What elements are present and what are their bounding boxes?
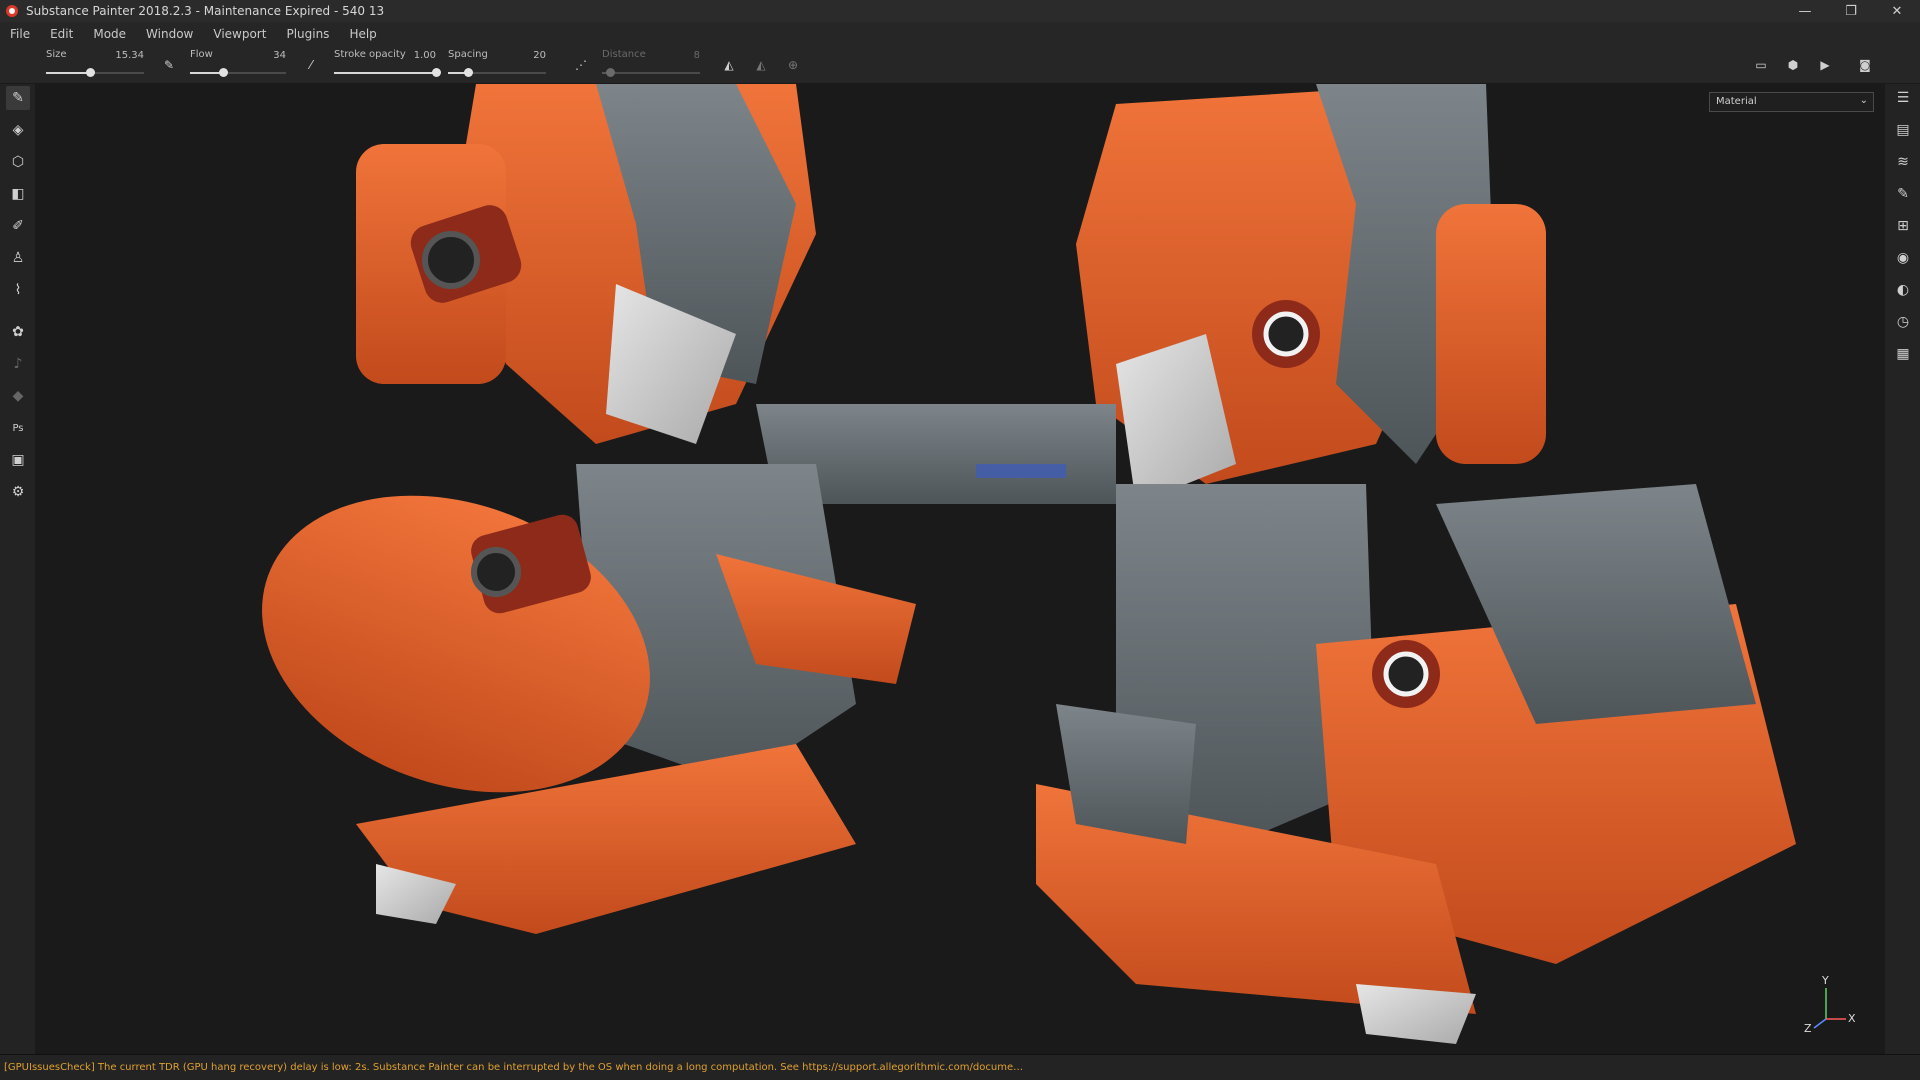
close-button[interactable]: ✕ bbox=[1874, 0, 1920, 22]
3d-viewport[interactable]: Material ⌄ Y X Z bbox=[36, 84, 1884, 1054]
polygon-fill-icon[interactable]: ◧ bbox=[6, 182, 30, 206]
align-icon[interactable]: ⊕ bbox=[784, 56, 802, 74]
stack-icon[interactable]: ≋ bbox=[1891, 150, 1915, 174]
menu-window[interactable]: Window bbox=[136, 27, 203, 41]
window-title: Substance Painter 2018.2.3 - Maintenance… bbox=[26, 4, 385, 18]
channel-select-value: Material bbox=[1716, 96, 1757, 107]
size-label: Size bbox=[46, 49, 67, 60]
window-controls: — ❐ ✕ bbox=[1782, 0, 1920, 22]
menu-help[interactable]: Help bbox=[339, 27, 386, 41]
bake-icon[interactable]: ✿ bbox=[6, 320, 30, 344]
camera-icon[interactable]: ▶ bbox=[1816, 56, 1834, 74]
stroke-opacity-slider[interactable]: Stroke opacity 1.00 bbox=[326, 46, 441, 84]
environment-icon[interactable]: ◐ bbox=[1891, 278, 1915, 302]
display-settings-icon[interactable]: ◉ bbox=[1891, 246, 1915, 270]
settings-gear-icon[interactable]: ⚙ bbox=[6, 480, 30, 504]
flow-pressure-icon[interactable]: ⁄ bbox=[302, 56, 320, 74]
spacing-slider[interactable]: Spacing 20 bbox=[440, 46, 550, 84]
distance-label: Distance bbox=[602, 49, 646, 60]
history-icon[interactable]: ◷ bbox=[1891, 310, 1915, 334]
status-bar: [GPUIssuesCheck] The current TDR (GPU ha… bbox=[0, 1054, 1920, 1080]
flow-slider[interactable]: Flow 34 bbox=[182, 46, 290, 84]
flow-slider-handle[interactable] bbox=[218, 68, 228, 77]
channel-select-dropdown[interactable]: Material ⌄ bbox=[1709, 92, 1874, 112]
flow-label: Flow bbox=[190, 49, 213, 60]
screenshot-icon[interactable]: ◙ bbox=[1856, 56, 1874, 74]
clone-stamp-icon[interactable]: ♙ bbox=[6, 246, 30, 270]
smudge-icon[interactable]: ✐ bbox=[6, 214, 30, 238]
menu-file[interactable]: File bbox=[0, 27, 40, 41]
symmetry-icon[interactable]: ◭ bbox=[720, 56, 738, 74]
hip-decal bbox=[976, 464, 1066, 478]
right-thruster-nozzle bbox=[1263, 311, 1309, 357]
axis-gizmo: Y X Z bbox=[1796, 974, 1856, 1035]
robot-model bbox=[262, 84, 1796, 1044]
left-lower-thruster-nozzle bbox=[471, 547, 521, 597]
axis-z-label: Z bbox=[1804, 1022, 1812, 1035]
size-value[interactable]: 15.34 bbox=[115, 50, 144, 61]
right-lower-thruster-nozzle bbox=[1383, 651, 1429, 697]
size-slider[interactable]: Size 15.34 bbox=[38, 46, 148, 84]
distance-value: 8 bbox=[693, 50, 700, 61]
size-slider-handle[interactable] bbox=[86, 68, 96, 77]
brush-properties-icon[interactable]: ✎ bbox=[1891, 182, 1915, 206]
menu-edit[interactable]: Edit bbox=[40, 27, 83, 41]
distance-slider: Distance 8 bbox=[594, 46, 704, 84]
right-foot-heel bbox=[1356, 984, 1476, 1044]
viewport-3d-icon[interactable]: ⬢ bbox=[1784, 56, 1802, 74]
spacing-label: Spacing bbox=[448, 49, 488, 60]
color-picker-icon[interactable]: ⌇ bbox=[6, 278, 30, 302]
right-panel-shelf: ☰ ▤ ≋ ✎ ⊞ ◉ ◐ ◷ ▦ bbox=[1884, 84, 1920, 1054]
menu-viewport[interactable]: Viewport bbox=[203, 27, 276, 41]
texture-set-icon[interactable]: ▤ bbox=[1891, 118, 1915, 142]
log-icon[interactable]: ▦ bbox=[1891, 342, 1915, 366]
stroke-opacity-value[interactable]: 1.00 bbox=[414, 50, 436, 61]
paint-brush-icon[interactable]: ✎ bbox=[6, 86, 30, 110]
bell-icon: ♪ bbox=[13, 356, 23, 372]
substance-app-icon bbox=[6, 5, 18, 17]
mirror-icon[interactable]: ◭ bbox=[752, 56, 770, 74]
stroke-opacity-label: Stroke opacity bbox=[334, 49, 406, 60]
eraser-icon[interactable]: ◈ bbox=[6, 118, 30, 142]
layers-panel-icon[interactable]: ☰ bbox=[1891, 86, 1915, 110]
minimize-button[interactable]: — bbox=[1782, 0, 1828, 22]
status-message[interactable]: [GPUIssuesCheck] The current TDR (GPU ha… bbox=[4, 1062, 1023, 1073]
size-pressure-icon[interactable]: ✎ bbox=[160, 56, 178, 74]
menu-plugins[interactable]: Plugins bbox=[276, 27, 339, 41]
viewport-2d-icon[interactable]: ▭ bbox=[1752, 56, 1770, 74]
left-thruster-nozzle bbox=[422, 231, 480, 289]
menu-bar: File Edit Mode Window Viewport Plugins H… bbox=[0, 22, 1920, 46]
left-tool-shelf: ✎ ◈ ⬡ ◧ ✐ ♙ ⌇ ✿ ♪ ◆ Ps ▣ ⚙ bbox=[0, 84, 36, 1054]
right-side-pod bbox=[1436, 204, 1546, 464]
flow-value[interactable]: 34 bbox=[273, 50, 286, 61]
grid-icon[interactable]: ⊞ bbox=[1891, 214, 1915, 238]
tool-properties-bar: Size 15.34 ✎ Flow 34 ⁄ Stroke opacity 1.… bbox=[0, 46, 1920, 84]
title-bar: Substance Painter 2018.2.3 - Maintenance… bbox=[0, 0, 1920, 22]
menu-mode[interactable]: Mode bbox=[83, 27, 136, 41]
projection-icon[interactable]: ⬡ bbox=[6, 150, 30, 174]
spacing-value[interactable]: 20 bbox=[533, 50, 546, 61]
distance-slider-handle bbox=[605, 68, 615, 77]
axis-x-label: X bbox=[1848, 1012, 1856, 1025]
gem-icon: ◆ bbox=[12, 388, 24, 404]
render-icon[interactable]: ▣ bbox=[6, 448, 30, 472]
restore-button[interactable]: ❐ bbox=[1828, 0, 1874, 22]
chevron-down-icon: ⌄ bbox=[1859, 95, 1868, 106]
photoshop-export-icon[interactable]: Ps bbox=[6, 416, 30, 440]
right-foot-armor bbox=[1056, 704, 1196, 844]
spacing-slider-handle[interactable] bbox=[463, 68, 473, 77]
axis-y-label: Y bbox=[1822, 974, 1829, 987]
lazy-mouse-icon[interactable]: ⋰ bbox=[572, 56, 590, 74]
